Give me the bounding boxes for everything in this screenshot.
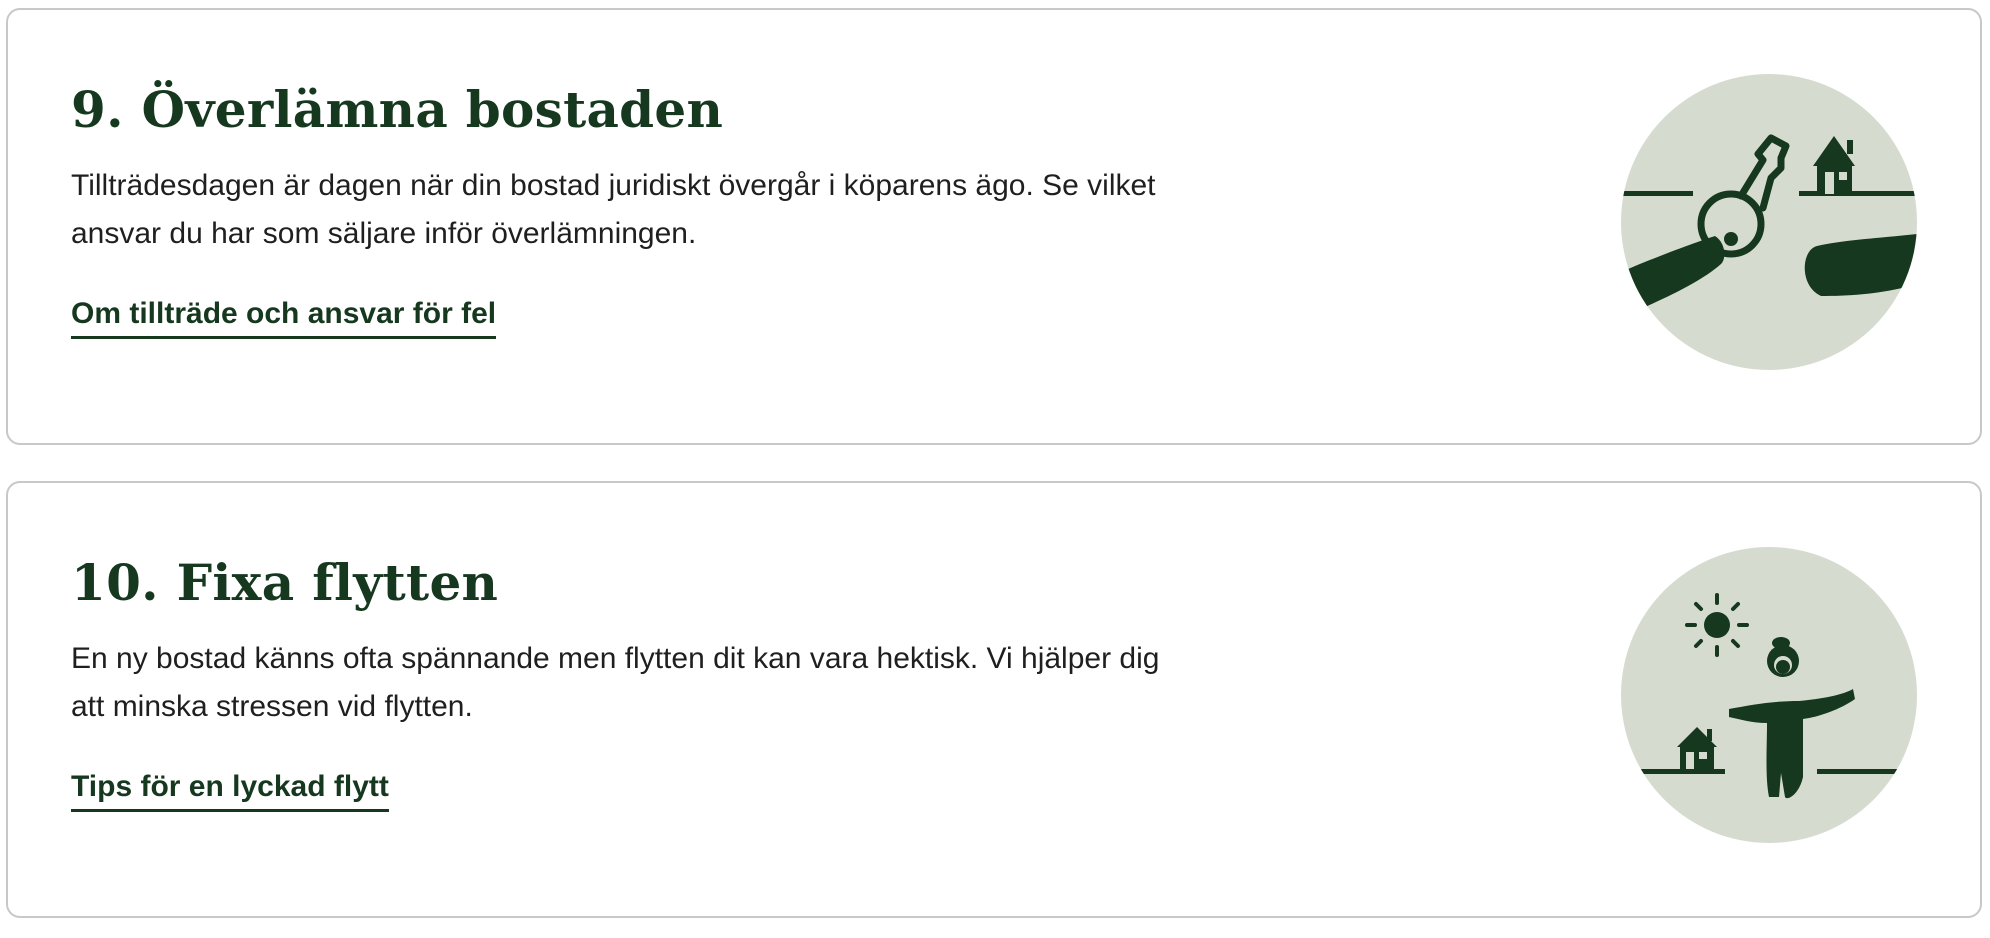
key-handover-icon: [1621, 74, 1917, 370]
card-title: 10. Fixa flytten: [71, 553, 499, 612]
moving-tips-link[interactable]: Tips för en lyckad flytt: [71, 767, 389, 812]
card-description: En ny bostad känns ofta spännande men fl…: [71, 642, 1160, 723]
step-card-moving: 10. Fixa flytten En ny bostad känns ofta…: [6, 481, 1982, 918]
step-card-handover: 9. Överlämna bostaden Tillträdesdagen är…: [6, 8, 1982, 445]
card-content: 10. Fixa flytten En ny bostad känns ofta…: [71, 547, 1201, 812]
moving-person-icon: [1621, 547, 1917, 843]
card-title: 9. Överlämna bostaden: [71, 80, 724, 139]
handover-link[interactable]: Om tillträde och ansvar för fel: [71, 294, 497, 339]
card-content: 9. Överlämna bostaden Tillträdesdagen är…: [71, 74, 1201, 339]
card-description: Tillträdesdagen är dagen när din bostad …: [71, 169, 1156, 250]
